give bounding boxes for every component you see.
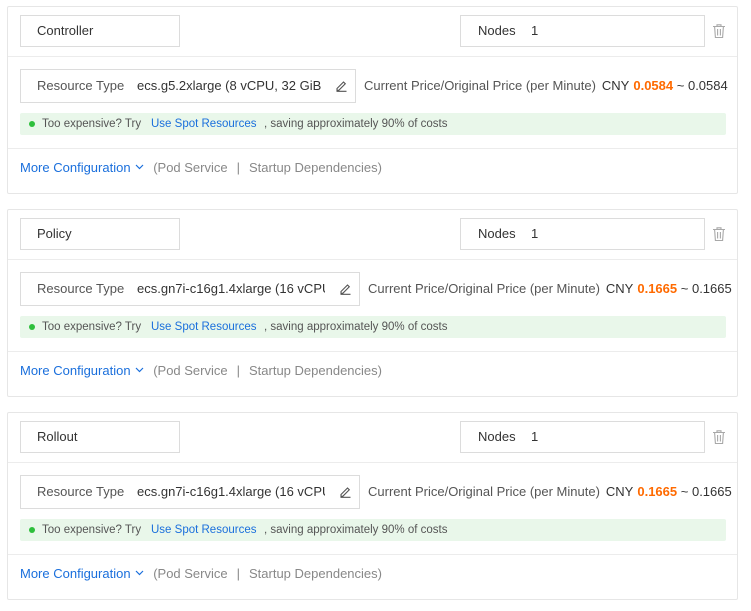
price-label: Current Price/Original Price (per Minute… — [364, 78, 596, 93]
currency-label: CNY — [605, 484, 634, 499]
price-separator: ~ — [680, 281, 689, 296]
trash-icon[interactable] — [712, 23, 726, 39]
resource-type-selector[interactable]: Resource Type ecs.g5.2xlarge (8 vCPU, 32… — [20, 69, 356, 103]
resource-type-value: ecs.g5.2xlarge (8 vCPU, 32 GiB — [137, 78, 322, 93]
role-name-input[interactable]: Policy — [20, 218, 180, 250]
edit-pencil-icon[interactable] — [339, 485, 352, 498]
separator: | — [236, 363, 240, 378]
divider — [8, 462, 737, 463]
tip-suffix: , saving approximately 90% of costs — [264, 321, 448, 333]
nodes-value[interactable]: 1 — [531, 219, 538, 249]
current-price: 0.1665 — [637, 484, 678, 499]
more-configuration-toggle[interactable]: More Configuration — [20, 160, 131, 175]
nodes-label: Nodes — [478, 226, 516, 241]
resource-type-label: Resource Type — [37, 484, 125, 499]
tip-suffix: , saving approximately 90% of costs — [264, 524, 448, 536]
startup-dependencies-label: Startup Dependencies) — [249, 363, 382, 378]
pod-service-label: (Pod Service — [153, 160, 228, 175]
currency-label: CNY — [601, 78, 630, 93]
nodes-input[interactable]: Nodes 1 — [460, 15, 705, 47]
startup-dependencies-label: Startup Dependencies) — [249, 160, 382, 175]
pod-service-label: (Pod Service — [153, 363, 228, 378]
spot-tip-banner: Too expensive? Try Use Spot Resources , … — [20, 519, 726, 541]
chevron-down-icon[interactable] — [135, 570, 144, 576]
spot-tip-banner: Too expensive? Try Use Spot Resources , … — [20, 316, 726, 338]
resource-type-value: ecs.gn7i-c16g1.4xlarge (16 vCPU — [137, 281, 325, 296]
role-card-controller: Controller Nodes 1 Resource Type ecs.g5.… — [7, 6, 738, 194]
use-spot-resources-link[interactable]: Use Spot Resources — [151, 519, 256, 541]
resource-type-selector[interactable]: Resource Type ecs.gn7i-c16g1.4xlarge (16… — [20, 475, 360, 509]
price-label: Current Price/Original Price (per Minute… — [368, 281, 600, 296]
current-price: 0.1665 — [637, 281, 678, 296]
chevron-down-icon[interactable] — [135, 164, 144, 170]
resource-type-label: Resource Type — [37, 281, 125, 296]
divider — [8, 56, 737, 57]
resource-type-value: ecs.gn7i-c16g1.4xlarge (16 vCPU — [137, 484, 325, 499]
currency-label: CNY — [605, 281, 634, 296]
tip-prefix: Too expensive? Try — [42, 524, 142, 536]
green-dot-icon — [29, 121, 35, 127]
more-configuration: More Configuration (Pod Service | Startup … — [20, 566, 382, 582]
role-name-input[interactable]: Controller — [20, 15, 180, 47]
trash-icon[interactable] — [712, 226, 726, 242]
pod-service-label: (Pod Service — [153, 566, 228, 581]
price-info: Current Price/Original Price (per Minute… — [368, 272, 732, 306]
price-label: Current Price/Original Price (per Minute… — [368, 484, 600, 499]
price-info: Current Price/Original Price (per Minute… — [364, 69, 728, 103]
original-price: 0.1665 — [691, 281, 732, 296]
separator: | — [236, 160, 240, 175]
green-dot-icon — [29, 324, 35, 330]
divider — [8, 148, 737, 149]
resource-type-selector[interactable]: Resource Type ecs.gn7i-c16g1.4xlarge (16… — [20, 272, 360, 306]
more-configuration: More Configuration (Pod Service | Startup … — [20, 363, 382, 379]
nodes-value[interactable]: 1 — [531, 422, 538, 452]
original-price: 0.0584 — [687, 78, 728, 93]
nodes-input[interactable]: Nodes 1 — [460, 421, 705, 453]
spot-tip-banner: Too expensive? Try Use Spot Resources , … — [20, 113, 726, 135]
nodes-label: Nodes — [478, 23, 516, 38]
green-dot-icon — [29, 527, 35, 533]
price-separator: ~ — [680, 484, 689, 499]
divider — [8, 351, 737, 352]
nodes-input[interactable]: Nodes 1 — [460, 218, 705, 250]
more-configuration-toggle[interactable]: More Configuration — [20, 566, 131, 581]
nodes-value[interactable]: 1 — [531, 16, 538, 46]
price-info: Current Price/Original Price (per Minute… — [368, 475, 732, 509]
role-card-policy: Policy Nodes 1 Resource Type ecs.gn7i-c1… — [7, 209, 738, 397]
tip-suffix: , saving approximately 90% of costs — [264, 118, 448, 130]
divider — [8, 259, 737, 260]
tip-prefix: Too expensive? Try — [42, 321, 142, 333]
original-price: 0.1665 — [691, 484, 732, 499]
role-name-input[interactable]: Rollout — [20, 421, 180, 453]
chevron-down-icon[interactable] — [135, 367, 144, 373]
divider — [8, 554, 737, 555]
more-configuration: More Configuration (Pod Service | Startup … — [20, 160, 382, 176]
tip-prefix: Too expensive? Try — [42, 118, 142, 130]
nodes-label: Nodes — [478, 429, 516, 444]
edit-pencil-icon[interactable] — [339, 282, 352, 295]
more-configuration-toggle[interactable]: More Configuration — [20, 363, 131, 378]
price-separator: ~ — [676, 78, 685, 93]
use-spot-resources-link[interactable]: Use Spot Resources — [151, 113, 256, 135]
current-price: 0.0584 — [633, 78, 674, 93]
role-card-rollout: Rollout Nodes 1 Resource Type ecs.gn7i-c… — [7, 412, 738, 600]
trash-icon[interactable] — [712, 429, 726, 445]
use-spot-resources-link[interactable]: Use Spot Resources — [151, 316, 256, 338]
resource-type-label: Resource Type — [37, 78, 125, 93]
startup-dependencies-label: Startup Dependencies) — [249, 566, 382, 581]
separator: | — [236, 566, 240, 581]
edit-pencil-icon[interactable] — [335, 79, 348, 92]
